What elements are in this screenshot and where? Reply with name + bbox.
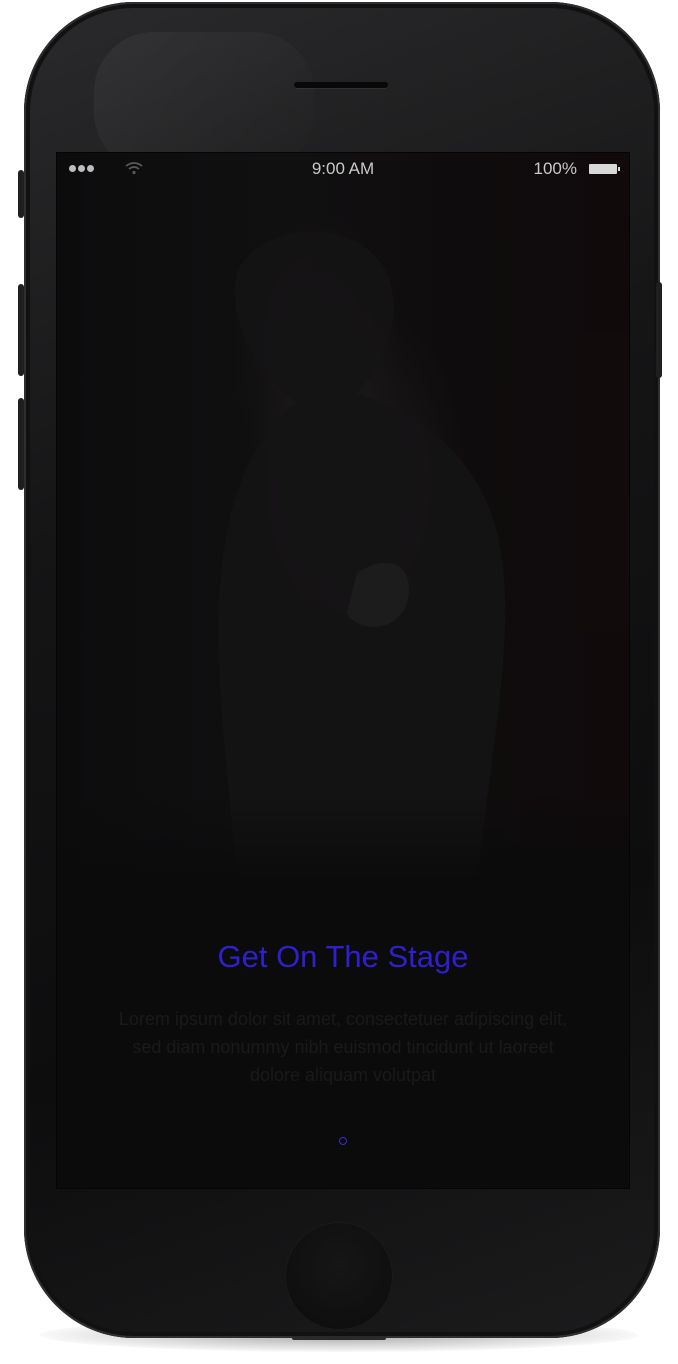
power-button — [656, 282, 662, 378]
onboarding-body: Lorem ipsum dolor sit amet, consectetuer… — [118, 1009, 568, 1085]
earpiece-speaker — [294, 82, 388, 88]
status-bar: 9:00 AM 100% — [57, 153, 629, 185]
lightning-port — [292, 1336, 386, 1340]
mute-switch — [18, 170, 24, 218]
onboarding-title: Get On The Stage — [217, 939, 469, 974]
mockup-stage: 9:00 AM 100% Get On The Stage Lorem ipsu… — [0, 0, 678, 1364]
battery-percent: 100% — [533, 159, 577, 178]
performer-silhouette — [218, 231, 629, 881]
page-indicator-dot[interactable] — [339, 1137, 347, 1145]
phone-sheen — [94, 32, 314, 172]
home-button-icon[interactable] — [285, 1222, 393, 1330]
volume-down-button — [18, 398, 24, 490]
phone-screen: 9:00 AM 100% Get On The Stage Lorem ipsu… — [56, 152, 630, 1189]
battery-icon — [589, 164, 620, 174]
hero-fade — [57, 793, 629, 881]
volume-up-button — [18, 284, 24, 376]
hero-image — [57, 153, 629, 881]
